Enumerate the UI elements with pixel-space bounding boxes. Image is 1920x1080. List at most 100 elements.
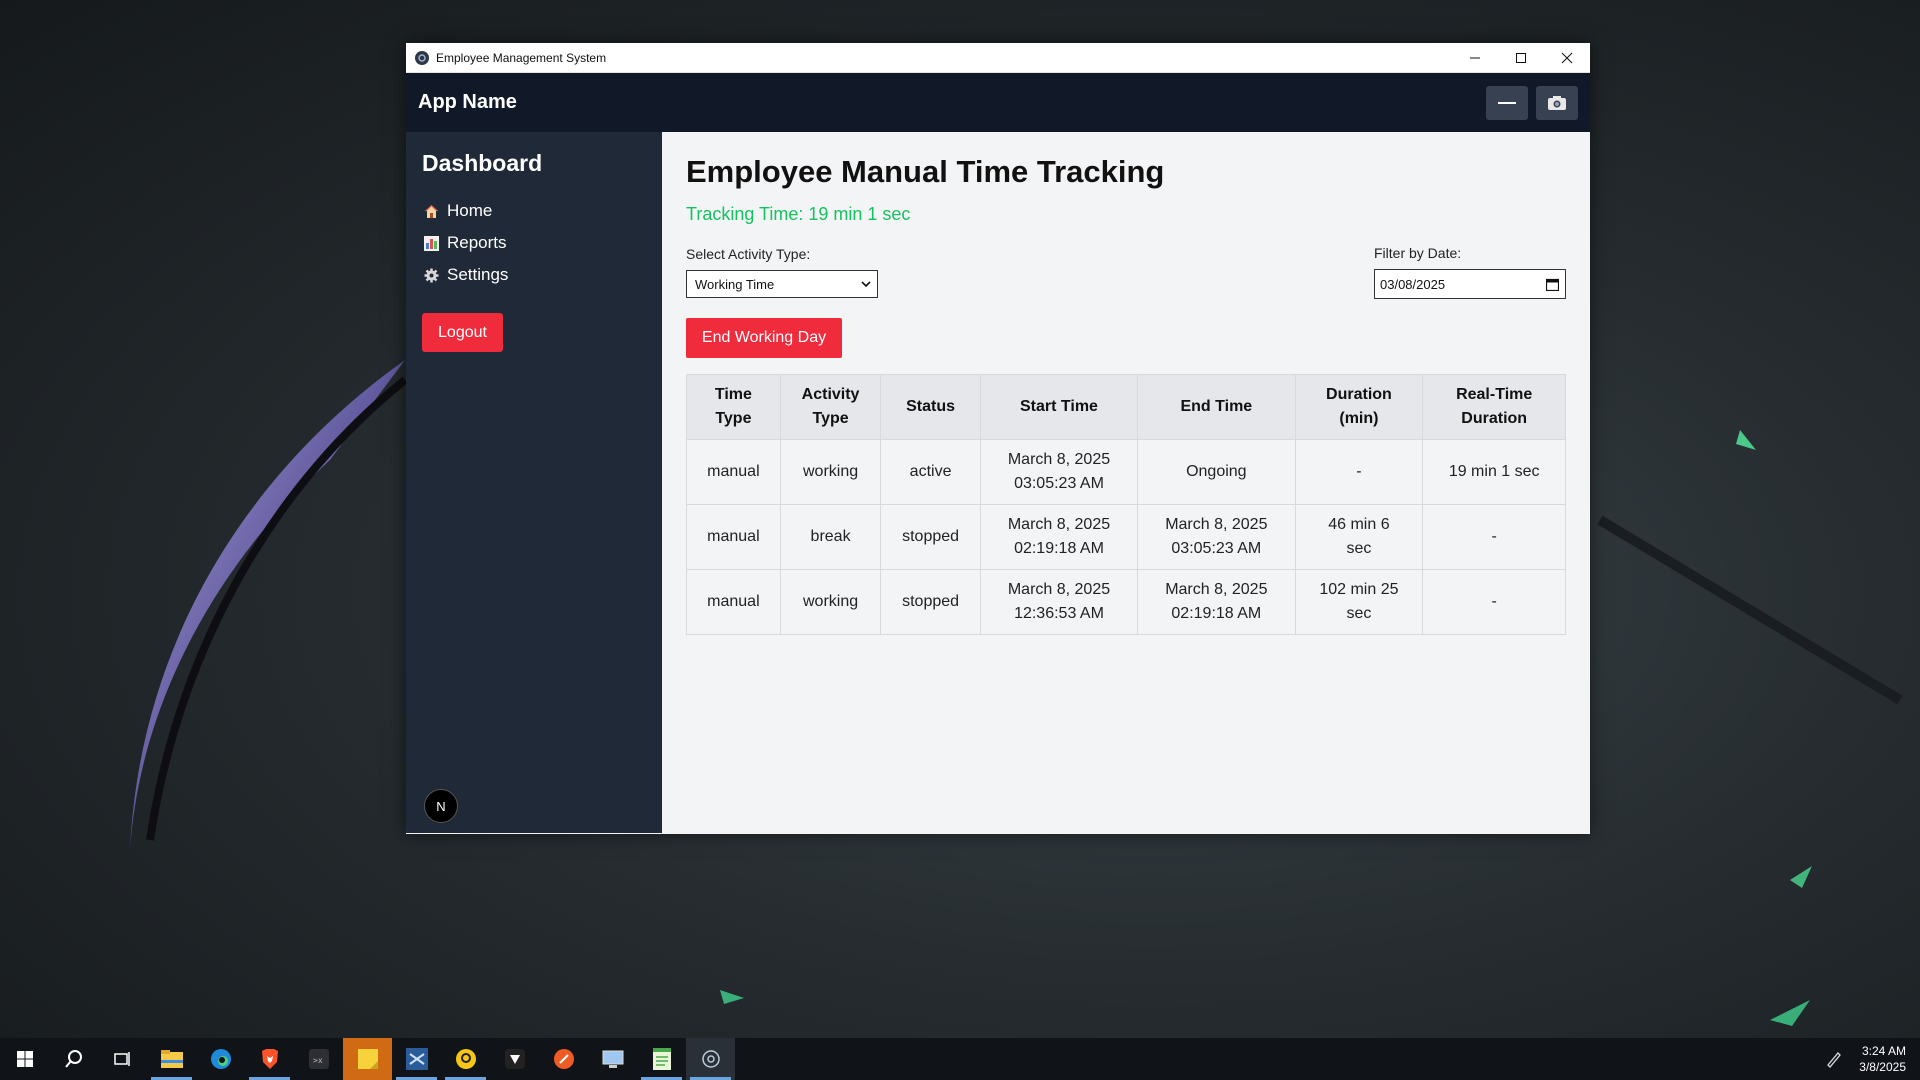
filter-date-label: Filter by Date: <box>1374 245 1462 261</box>
column-header-text: Status <box>906 398 956 415</box>
window-maximize-button[interactable] <box>1498 43 1544 73</box>
tracking-time: Tracking Time: 19 min 1 sec <box>686 204 911 224</box>
activity-type-label: Select Activity Type: <box>686 246 811 262</box>
app-name: App Name <box>418 91 517 113</box>
table-cell: 19 min 1 sec <box>1422 439 1566 505</box>
table-cell: - <box>1294 439 1424 505</box>
taskbar: >x 3:24 AM 3/8/2025 <box>0 1038 1920 1080</box>
user-avatar[interactable]: N <box>424 789 458 823</box>
close-icon <box>1561 52 1573 63</box>
pen-icon[interactable] <box>1825 1050 1843 1068</box>
table-cell: working <box>779 569 882 635</box>
column-header: Activity Type <box>779 374 882 440</box>
home-icon <box>422 202 440 220</box>
table-cell-text: March 8, 2025 <box>1165 581 1268 598</box>
taskbar-app-yellow[interactable] <box>441 1038 490 1080</box>
table-cell-text: manual <box>707 463 760 480</box>
clock-date: 3/8/2025 <box>1859 1060 1906 1074</box>
minimize-icon <box>1470 57 1480 58</box>
window-title: Employee Management System <box>436 50 607 65</box>
search-icon <box>64 1050 82 1068</box>
sidebar-item-label: Reports <box>447 233 507 252</box>
app-window: Employee Management System App Name Dash… <box>406 43 1590 834</box>
task-view-button[interactable] <box>98 1038 147 1080</box>
table-cell-text: 02:19:18 AM <box>1171 605 1262 622</box>
main-content: Employee Manual Time Tracking Tracking T… <box>662 132 1590 833</box>
table-cell-text: Ongoing <box>1186 463 1247 480</box>
table-cell-text: manual <box>707 528 760 545</box>
table-cell-text: March 8, 2025 <box>1007 516 1111 533</box>
column-header-text: Start Time <box>1020 398 1098 415</box>
minimize-app-button[interactable] <box>1486 85 1528 120</box>
table-cell: manual <box>686 504 781 570</box>
column-header: Start Time <box>979 374 1139 440</box>
vscode-icon <box>405 1048 428 1070</box>
activity-filter: Select Activity Type: Working Time <box>686 246 878 298</box>
window-close-button[interactable] <box>1544 43 1590 73</box>
app-icon: >x <box>308 1049 329 1069</box>
table-cell-text: 03:05:23 AM <box>1014 475 1104 492</box>
column-header-text: Real-Time <box>1456 386 1533 403</box>
table-cell-text: March 8, 2025 <box>1007 451 1111 468</box>
taskbar-vscode[interactable] <box>392 1038 441 1080</box>
column-header-text: End Time <box>1180 398 1253 415</box>
postman-icon <box>553 1049 574 1069</box>
table-cell: stopped <box>880 504 981 570</box>
table-cell: break <box>779 504 882 570</box>
sidebar-item-label: Home <box>447 201 493 220</box>
table-cell: - <box>1422 569 1566 635</box>
bar-chart-icon <box>422 234 440 252</box>
sidebar-item-label: Settings <box>447 265 509 284</box>
window-minimize-button[interactable] <box>1452 43 1498 73</box>
taskbar-app-dark[interactable] <box>490 1038 539 1080</box>
table-cell-text: 46 min 6 <box>1328 516 1390 533</box>
table-cell: March 8, 2025 03:05:23 AM <box>1137 504 1296 570</box>
table-cell: manual <box>686 439 781 505</box>
activity-type-value: Working Time <box>695 276 775 292</box>
taskbar-notepad[interactable] <box>637 1038 686 1080</box>
gear-icon <box>422 266 440 284</box>
sidebar: Dashboard Home Reports Settings Logout N <box>406 132 662 833</box>
column-header: Duration (min) <box>1294 374 1424 440</box>
taskbar-search-button[interactable] <box>49 1038 98 1080</box>
app-icon <box>455 1049 476 1069</box>
taskbar-file-explorer[interactable] <box>147 1038 196 1080</box>
end-working-day-button[interactable]: End Working Day <box>686 318 842 358</box>
clock-time: 3:24 AM <box>1861 1044 1906 1058</box>
taskbar-app[interactable]: >x <box>294 1038 343 1080</box>
camera-icon <box>1548 95 1566 110</box>
column-header-text: Type <box>715 410 752 427</box>
svg-text:>x: >x <box>313 1056 323 1065</box>
taskbar-postman[interactable] <box>539 1038 588 1080</box>
calendar-icon[interactable] <box>1546 278 1559 291</box>
taskbar-edge[interactable] <box>196 1038 245 1080</box>
system-tray: 3:24 AM 3/8/2025 <box>1825 1038 1920 1080</box>
sidebar-item-settings[interactable]: Settings <box>422 259 646 291</box>
taskbar-brave[interactable] <box>245 1038 294 1080</box>
taskbar-clock[interactable]: 3:24 AM 3/8/2025 <box>1859 1043 1906 1075</box>
table-row: manual break stopped March 8, 2025 02:19:18 … <box>686 504 1566 570</box>
start-button[interactable] <box>0 1038 49 1080</box>
table-cell: March 8, 2025 02:19:18 AM <box>979 504 1139 570</box>
table-cell-text: 03:05:23 AM <box>1171 540 1262 557</box>
taskbar-sticky-notes[interactable] <box>343 1038 392 1080</box>
screenshot-button[interactable] <box>1536 85 1578 120</box>
windows-start-icon <box>16 1051 33 1067</box>
table-row: manual working stopped March 8, 2025 12:36:5… <box>686 569 1566 635</box>
column-header: Time Type <box>686 374 781 440</box>
sidebar-item-reports[interactable]: Reports <box>422 227 646 259</box>
date-input[interactable]: 03/08/2025 <box>1374 269 1566 299</box>
remote-desktop-icon <box>602 1050 623 1068</box>
column-header-text: Activity <box>801 386 860 403</box>
taskbar-remote-desktop[interactable] <box>588 1038 637 1080</box>
table-cell-text: sec <box>1346 540 1372 557</box>
table-cell-text: - <box>1356 463 1362 480</box>
table-cell: March 8, 2025 02:19:18 AM <box>1137 569 1296 635</box>
table-cell-text: manual <box>707 593 760 610</box>
activity-type-select[interactable]: Working Time <box>686 270 878 298</box>
sidebar-item-home[interactable]: Home <box>422 195 646 227</box>
table-cell-text: stopped <box>902 528 960 545</box>
electron-app-icon <box>701 1050 720 1068</box>
logout-button[interactable]: Logout <box>422 313 503 352</box>
taskbar-electron-app[interactable] <box>686 1038 735 1080</box>
